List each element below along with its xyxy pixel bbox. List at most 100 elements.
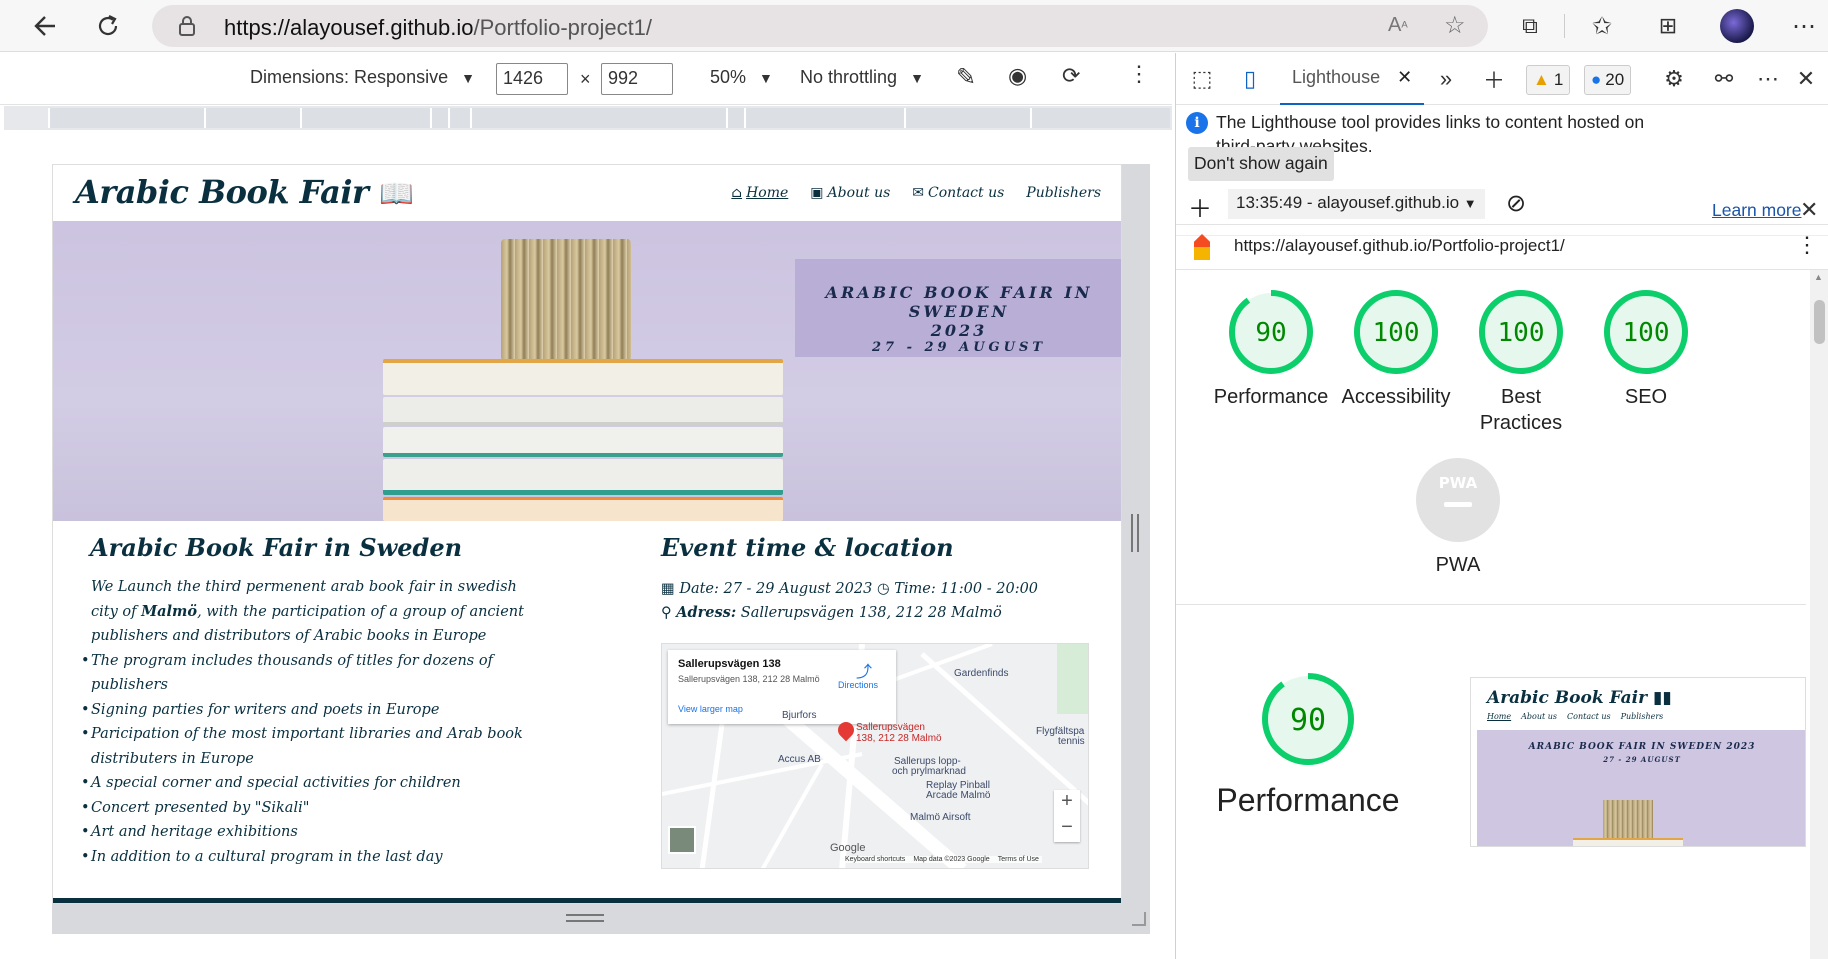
map-pin-label: 138, 212 28 Malmö xyxy=(856,733,942,744)
event-date: Date: 27 - 29 August 2023 xyxy=(679,581,873,597)
scroll-up-icon[interactable]: ▲ xyxy=(1814,272,1823,282)
extensions-icon[interactable]: ⧉ xyxy=(1512,8,1548,44)
nav-about[interactable]: ▣ About us xyxy=(810,185,890,201)
list-item: Paricipation of the most important libra… xyxy=(81,722,531,771)
customize-icon[interactable]: ⚯ xyxy=(1710,65,1738,93)
google-logo: Google xyxy=(830,842,866,854)
dropdown-arrow-icon: ▼ xyxy=(461,70,475,86)
hero-dates: 27 - 29 AUGUST xyxy=(871,340,1047,355)
report-url[interactable]: https://alayousef.github.io/Portfolio-pr… xyxy=(1234,236,1565,256)
lighthouse-logo-icon xyxy=(1194,234,1210,260)
view-larger-map-link[interactable]: View larger map xyxy=(678,704,743,714)
map-zoom-in-button[interactable]: + xyxy=(1054,790,1080,816)
list-item: Concert presented by "Sikali" xyxy=(81,796,531,821)
section-divider xyxy=(1176,604,1806,605)
add-favorite-icon[interactable]: ☆ xyxy=(1444,11,1466,40)
event-info: ▦ Date: 27 - 29 August 2023 ◷ Time: 11:0… xyxy=(661,577,1038,625)
media-query-ruler[interactable] xyxy=(4,106,1172,130)
clock-icon: ◷ xyxy=(876,581,890,597)
id-card-icon: ▣ xyxy=(810,185,824,201)
devtools-more-icon[interactable]: ⋯ xyxy=(1754,65,1782,93)
list-item: Art and heritage exhibitions xyxy=(81,820,531,845)
dimensions-dropdown[interactable]: Dimensions: Responsive ▼ xyxy=(250,67,475,88)
gauge-label: Best Practices xyxy=(1479,386,1563,434)
new-report-icon[interactable]: ＋ xyxy=(1188,189,1212,224)
eyedropper-icon[interactable]: ✎ xyxy=(956,63,976,92)
nav-home[interactable]: ⌂ Home xyxy=(731,185,788,201)
gauge-label: SEO xyxy=(1624,386,1668,408)
height-input[interactable]: 992 xyxy=(601,63,673,95)
directions-icon[interactable]: ⤴ xyxy=(856,658,872,682)
devtools-scrollbar[interactable]: ▲ xyxy=(1810,270,1828,959)
site-logo[interactable]: Arabic Book Fair 📖 xyxy=(75,173,414,211)
device-more-icon[interactable]: ⋮ xyxy=(1128,61,1150,87)
warnings-badge[interactable]: ▲ 1 xyxy=(1526,65,1571,95)
map-label: och prylmarknad xyxy=(892,766,966,777)
dont-show-again-button[interactable]: Don't show again xyxy=(1188,147,1334,181)
tab-lighthouse[interactable]: Lighthouse ✕ xyxy=(1280,53,1425,105)
lock-icon[interactable] xyxy=(178,15,196,37)
settings-icon[interactable]: ⚙ xyxy=(1660,65,1688,93)
width-input[interactable]: 1426 xyxy=(496,63,568,95)
clear-reports-icon[interactable]: ⊘ xyxy=(1506,189,1526,218)
url-text[interactable]: https://alayousef.github.io/Portfolio-pr… xyxy=(224,15,652,41)
viewport-resize-handle-right[interactable] xyxy=(1122,164,1150,904)
resize-corner-icon[interactable] xyxy=(1132,912,1146,926)
map-label: Gardenfinds xyxy=(954,668,1009,679)
more-icon[interactable]: ⋯ xyxy=(1786,8,1822,44)
throttling-dropdown[interactable]: No throttling ▼ xyxy=(800,67,924,88)
list-item: The program includes thousands of titles… xyxy=(81,649,531,698)
more-tabs-icon[interactable]: » xyxy=(1432,65,1460,93)
score-gauges: 90 Performance 100 Accessibility 100 Bes… xyxy=(1176,270,1806,670)
map-label: Arcade Malmö xyxy=(926,790,991,801)
dropdown-arrow-icon: ▼ xyxy=(759,70,773,86)
back-icon[interactable] xyxy=(26,8,62,44)
nav-contact[interactable]: ✉ Contact us xyxy=(912,185,1004,201)
map-label: Malmö Airsoft xyxy=(910,812,971,823)
refresh-icon[interactable] xyxy=(90,8,126,44)
viewport-resize-handle-bottom[interactable] xyxy=(52,904,1150,934)
svg-text:100: 100 xyxy=(1373,318,1420,348)
close-tab-icon[interactable]: ✕ xyxy=(1397,67,1412,87)
address-bar[interactable]: https://alayousef.github.io/Portfolio-pr… xyxy=(152,5,1488,47)
device-toolbar: Dimensions: Responsive ▼ 1426 × 992 50% … xyxy=(0,53,1172,105)
gauge-pwa[interactable]: PWA PWA xyxy=(1383,456,1533,578)
map-zoom-out-button[interactable]: − xyxy=(1054,816,1080,842)
report-selector[interactable]: 13:35:49 - alayousef.github.io ▼ xyxy=(1228,189,1485,219)
nav-publishers[interactable]: Publishers xyxy=(1026,185,1101,201)
scroll-thumb[interactable] xyxy=(1814,300,1825,344)
keyboard-shortcuts-link[interactable]: Keyboard shortcuts xyxy=(845,856,905,863)
about-intro: We Launch the third permenent arab book … xyxy=(91,579,524,644)
directions-link[interactable]: Directions xyxy=(838,680,878,690)
book-illustration xyxy=(383,397,783,425)
list-item: In addition to a cultural program in the… xyxy=(81,845,531,870)
book-illustration xyxy=(383,427,783,457)
close-devtools-icon[interactable]: ✕ xyxy=(1792,65,1820,93)
collections-icon[interactable]: ⊞ xyxy=(1650,8,1686,44)
pwa-badge-icon: PWA xyxy=(1416,458,1500,542)
gauge-performance-large[interactable]: 90 Performance xyxy=(1208,671,1408,819)
messages-badge[interactable]: ● 20 xyxy=(1584,65,1632,95)
vision-icon[interactable]: ◉ xyxy=(1008,63,1027,89)
map-satellite-thumb[interactable] xyxy=(668,826,696,854)
read-aloud-icon[interactable]: Aᴬ xyxy=(1388,14,1408,37)
hero-title: ARABIC BOOK FAIR IN SWEDEN xyxy=(825,283,1093,321)
map-place-name: Sallerupsvägen 138 xyxy=(678,658,781,670)
book-illustration xyxy=(383,459,783,495)
zoom-dropdown[interactable]: 50% ▼ xyxy=(710,67,773,88)
rotate-icon[interactable]: ⟳ xyxy=(1062,63,1080,89)
favorites-icon[interactable]: ✩ xyxy=(1584,8,1620,44)
gauge-seo[interactable]: 100 SEO xyxy=(1571,288,1721,410)
report-selector-bar: ＋ 13:35:49 - alayousef.github.io ▼ ⊘ xyxy=(1176,183,1828,225)
add-tab-icon[interactable]: ＋ xyxy=(1480,65,1508,93)
device-toggle-icon[interactable]: ▯ xyxy=(1236,65,1264,93)
dropdown-arrow-icon: ▼ xyxy=(1463,196,1477,211)
report-menu-icon[interactable]: ⋮ xyxy=(1796,232,1818,258)
google-map[interactable]: Sallerupsvägen 138 Sallerupsvägen 138, 2… xyxy=(661,643,1089,869)
report-url-bar: https://alayousef.github.io/Portfolio-pr… xyxy=(1176,226,1828,270)
thumb-books xyxy=(1573,838,1683,846)
profile-avatar[interactable] xyxy=(1720,9,1754,43)
inspect-icon[interactable]: ⬚ xyxy=(1188,65,1216,93)
terms-link[interactable]: Terms of Use xyxy=(998,856,1039,863)
svg-text:100: 100 xyxy=(1498,318,1545,348)
